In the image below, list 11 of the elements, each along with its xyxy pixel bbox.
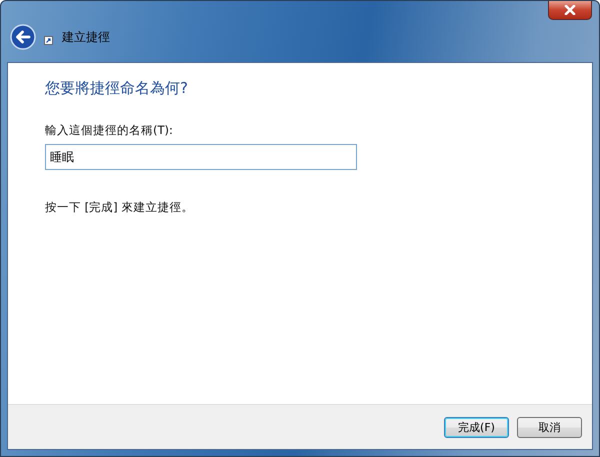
shortcut-icon — [44, 36, 53, 44]
name-field[interactable]: 睡眠 — [45, 144, 357, 170]
page-heading: 您要將捷徑命名為何? — [45, 79, 189, 99]
field-label: 輸入這個捷徑的名稱(T): — [45, 123, 174, 138]
back-button[interactable] — [10, 24, 36, 50]
instruction-text: 按一下 [完成] 來建立捷徑。 — [45, 200, 194, 215]
close-button[interactable] — [548, 1, 592, 20]
dialog-button[interactable]: 取消 — [517, 416, 582, 438]
window-title: 建立捷徑 — [62, 28, 110, 46]
close-icon — [563, 5, 577, 15]
dialog-button[interactable]: 完成(F) — [444, 416, 509, 438]
